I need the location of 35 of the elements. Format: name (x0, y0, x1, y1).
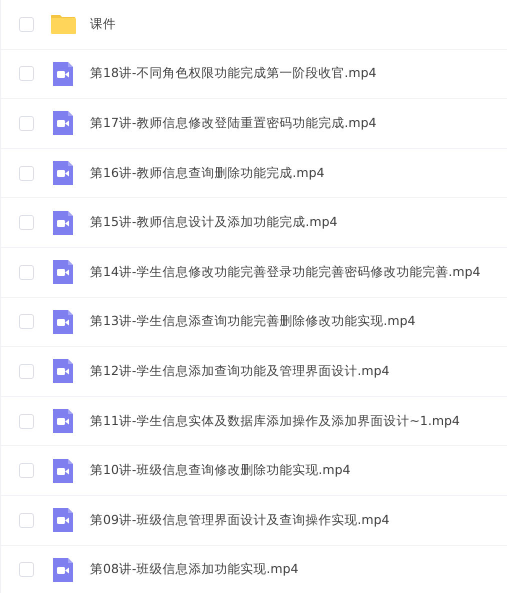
file-name[interactable]: 第09讲-班级信息管理界面设计及查询操作实现.mp4 (90, 512, 390, 529)
file-name[interactable]: 第13讲-学生信息添查询功能完善删除修改功能实现.mp4 (90, 313, 416, 330)
video-file-icon (50, 259, 76, 286)
file-name[interactable]: 第15讲-教师信息设计及添加功能完成.mp4 (90, 214, 338, 232)
checkbox[interactable] (19, 166, 34, 181)
video-file-icon (50, 160, 76, 186)
file-name[interactable]: 第14讲-学生信息修改功能完善登录功能完善密码修改功能完善.mp4 (90, 264, 480, 281)
video-file-icon (50, 458, 76, 484)
checkbox[interactable] (19, 414, 34, 429)
checkbox[interactable] (19, 562, 34, 578)
video-file-icon (50, 60, 76, 87)
file-name[interactable]: 第12讲-学生信息添加查询功能及管理界面设计.mp4 (90, 362, 390, 380)
file-name[interactable]: 第11讲-学生信息实体及数据库添加操作及添加界面设计~1.mp4 (90, 412, 460, 430)
video-file-icon (50, 507, 76, 534)
file-name[interactable]: 第08讲-班级信息添加功能实现.mp4 (90, 561, 298, 578)
checkbox[interactable] (19, 16, 34, 32)
checkbox[interactable] (19, 364, 34, 379)
video-file-icon (50, 110, 76, 136)
checkbox[interactable] (19, 314, 34, 330)
checkbox[interactable] (19, 512, 34, 528)
file-name[interactable]: 课件 (90, 16, 116, 33)
file-name[interactable]: 第17讲-教师信息修改登陆重置密码功能完成.mp4 (90, 114, 376, 132)
file-name[interactable]: 第18讲-不同角色权限功能完成第一阶段收官.mp4 (90, 65, 376, 82)
file-name[interactable]: 第16讲-教师信息查询删除功能完成.mp4 (90, 164, 324, 182)
video-file-icon (50, 358, 76, 384)
video-file-icon (50, 408, 76, 434)
file-name[interactable]: 第10讲-班级信息查询修改删除功能实现.mp4 (90, 462, 350, 480)
checkbox[interactable] (19, 463, 34, 478)
checkbox[interactable] (19, 264, 34, 280)
checkbox[interactable] (19, 66, 34, 82)
checkbox[interactable] (19, 116, 34, 131)
video-file-icon (50, 308, 76, 335)
checkbox[interactable] (19, 215, 34, 230)
video-file-icon (50, 210, 76, 236)
video-file-icon (50, 556, 76, 583)
